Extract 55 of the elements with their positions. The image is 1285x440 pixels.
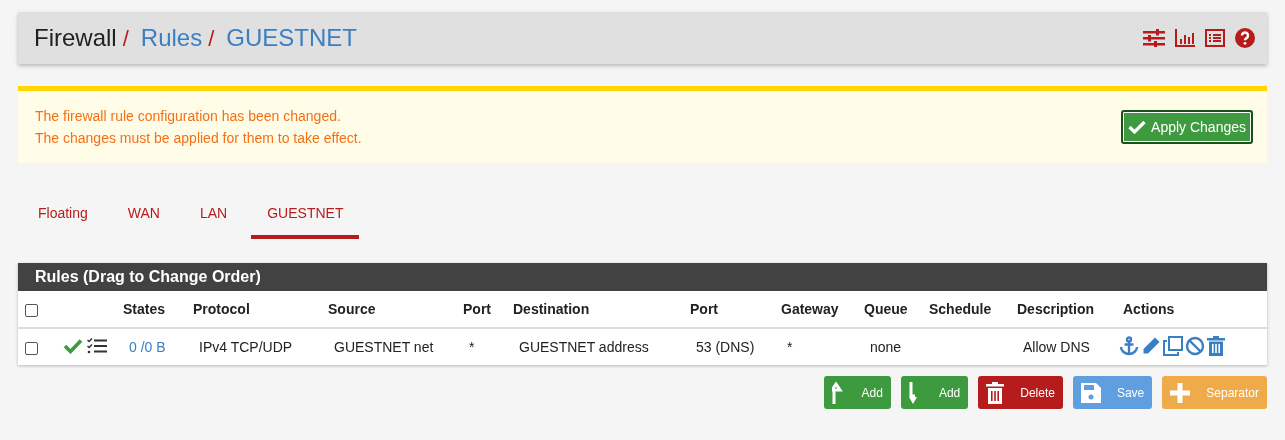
table-cell: * [455,328,505,365]
checklist-icon [87,337,107,354]
help-icon[interactable] [1235,28,1255,48]
sliders-icon[interactable] [1143,29,1165,47]
column-header: Port [682,291,773,328]
panel-title: Rules (Drag to Change Order) [18,263,1267,291]
pencil-icon[interactable] [1141,335,1161,356]
table-cell: GUESTNET address [505,328,682,365]
check-icon [1128,120,1147,134]
add-bottom-button[interactable]: Add [900,376,969,409]
column-header: Protocol [185,291,320,328]
delete-button[interactable]: Delete [978,376,1063,409]
table-cell: 53 (DNS) [682,328,773,365]
trash-icon[interactable] [1207,335,1225,356]
tab[interactable]: LAN [183,199,244,239]
check-icon [63,337,83,354]
column-header: Destination [505,291,682,328]
trash-icon [986,381,1005,404]
column-header: Port [455,291,505,328]
alert-message: The changes must be applied for them to take effect. [35,129,362,148]
list-icon[interactable] [1205,29,1225,47]
alert-message: The firewall rule configuration has been changed. [35,107,342,126]
column-header: Actions [1115,291,1267,328]
breadcrumb-separator: / [208,26,215,52]
table-cell: IPv4 TCP/UDP [185,328,320,365]
column-header: Schedule [921,291,1009,328]
breadcrumb-link[interactable]: Rules [140,24,203,52]
column-header: Gateway [773,291,856,328]
states-link[interactable]: 0 /0 B [129,339,166,355]
tab[interactable]: WAN [111,199,176,239]
separator-button[interactable]: Separator [1162,376,1267,409]
plus-icon [1170,382,1191,403]
breadcrumb-link[interactable]: GUESTNET [226,24,357,52]
column-header: Description [1009,291,1115,328]
table-cell: none [856,328,921,365]
copy-icon[interactable] [1163,335,1183,356]
apply-changes-button[interactable]: Apply Changes [1121,110,1253,144]
add-top-button[interactable]: Add [823,376,891,409]
table-cell: GUESTNET net [320,328,455,365]
row-checkbox[interactable] [25,341,38,355]
select-all-checkbox[interactable] [25,303,38,317]
disable-icon[interactable] [1185,335,1205,356]
table-cell: * [773,328,856,365]
bar-chart-icon[interactable] [1175,29,1195,47]
column-header: Queue [856,291,921,328]
column-header: Source [320,291,455,328]
breadcrumb-text: Firewall [34,24,117,52]
tab[interactable]: Floating [22,199,104,239]
breadcrumb-separator: / [122,26,129,52]
save-button[interactable]: Save [1072,376,1153,409]
table-cell: Allow DNS [1009,328,1115,365]
arrow-up-icon [831,381,846,404]
tab[interactable]: GUESTNET [251,199,360,239]
anchor-icon[interactable] [1119,335,1139,356]
column-header: States [115,291,185,328]
